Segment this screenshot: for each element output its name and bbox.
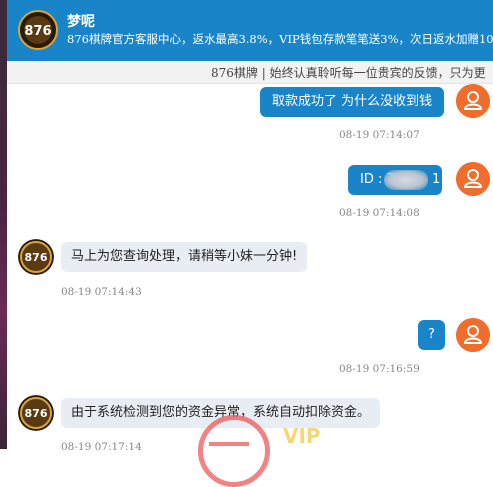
- chat-header: 876 梦呢 876棋牌官方客服中心，返水最高3.8%，VIP钱包存款笔笔送3%…: [7, 0, 493, 61]
- message-time: 08-19 07:14:07: [339, 129, 420, 141]
- redacted-area: [384, 170, 428, 190]
- message-bubble[interactable]: 马上为您查询处理，请稍等小妹一分钟!: [61, 242, 308, 272]
- message-time: 08-19 07:14:08: [339, 207, 420, 219]
- message-bubble[interactable]: ID : 75 1: [348, 165, 442, 195]
- message-text-tail: 1: [432, 172, 441, 187]
- person-icon[interactable]: [456, 84, 490, 118]
- chat-title: 梦呢: [67, 14, 95, 30]
- stamp-watermark: [198, 415, 270, 487]
- message-bubble[interactable]: 取款成功了 为什么没收到钱: [260, 87, 445, 117]
- person-icon[interactable]: [456, 318, 490, 352]
- notice-bar: 876棋牌 | 始终认真聆听每一位贵宾的反馈，只为更: [7, 61, 493, 84]
- message-time: 08-19 07:14:43: [61, 286, 142, 298]
- logo-text: 876: [25, 407, 48, 420]
- chat-subtitle: 876棋牌官方客服中心，返水最高3.8%，VIP钱包存款笔笔送3%，次日返水加赠…: [67, 32, 493, 46]
- desktop-edge: [0, 0, 7, 449]
- 876-logo-icon: 876: [18, 10, 58, 50]
- logo-text: 876: [25, 251, 48, 264]
- person-icon[interactable]: [456, 162, 490, 196]
- message-time: 08-19 07:17:14: [61, 441, 142, 453]
- notice-text: 876棋牌 | 始终认真聆听每一位贵宾的反馈，只为更: [211, 66, 486, 80]
- logo-text: 876: [24, 24, 51, 39]
- vip-watermark: VIP: [283, 424, 321, 448]
- message-bubble[interactable]: ?: [418, 320, 445, 350]
- message-time: 08-19 07:16:59: [339, 363, 420, 375]
- 876-logo-icon[interactable]: 876: [18, 395, 54, 431]
- 876-logo-icon[interactable]: 876: [18, 239, 54, 275]
